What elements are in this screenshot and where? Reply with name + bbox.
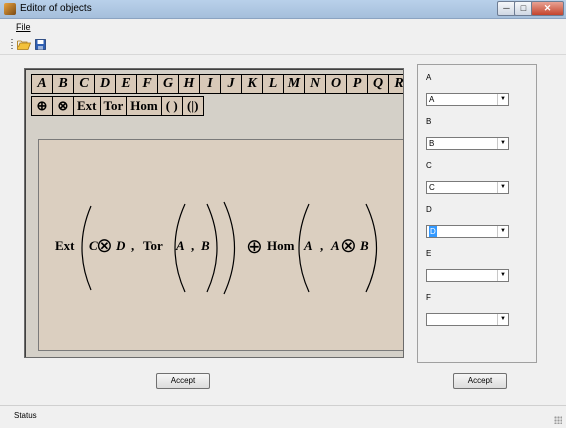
- letter-palette: ABCDEFGHIJKLMNOPQR: [31, 74, 403, 94]
- chevron-down-icon[interactable]: ▼: [497, 182, 508, 193]
- palette-key-a[interactable]: A: [31, 74, 53, 94]
- palette-key-n[interactable]: N: [304, 74, 326, 94]
- selector-label-f: F: [426, 293, 431, 302]
- palette-key-b[interactable]: B: [52, 74, 74, 94]
- editor-panel: ABCDEFGHIJKLMNOPQR ⊕ ⊗ Ext Tor Hom( ) (|) Ext…: [24, 68, 404, 358]
- formula-expression: Ext C ⊗ D , Tor A , B ⊕ Hom A , A ⊗ B: [55, 201, 378, 295]
- palette-key-d[interactable]: D: [94, 74, 116, 94]
- close-button[interactable]: ✕: [531, 1, 564, 16]
- selector-value: A: [429, 95, 435, 104]
- formula-tor: Tor: [143, 238, 163, 253]
- resize-grip-icon[interactable]: [554, 416, 562, 424]
- selector-combo-c[interactable]: C ▼: [426, 181, 509, 194]
- chevron-down-icon[interactable]: ▼: [497, 226, 508, 237]
- formula-hom: Hom: [267, 238, 295, 253]
- selector-combo-a[interactable]: A ▼: [426, 93, 509, 106]
- formula-canvas[interactable]: Ext C ⊗ D , Tor A , B ⊕ Hom A , A ⊗ B: [38, 139, 403, 351]
- accept-selection-button[interactable]: Accept: [453, 373, 507, 389]
- formula-comma-1: ,: [131, 238, 134, 253]
- open-folder-icon[interactable]: [17, 39, 31, 50]
- status-bar: Status: [0, 405, 566, 428]
- formula-comma-2: ,: [191, 238, 194, 253]
- palette-key-j[interactable]: J: [220, 74, 242, 94]
- palette-key-h[interactable]: H: [178, 74, 200, 94]
- menu-file[interactable]: File: [16, 22, 31, 32]
- chevron-down-icon[interactable]: ▼: [497, 138, 508, 149]
- palette-key-l[interactable]: L: [262, 74, 284, 94]
- palette-key-abs[interactable]: (|): [181, 96, 204, 116]
- formula-b-2: B: [359, 238, 369, 253]
- palette-key-q[interactable]: Q: [367, 74, 389, 94]
- selector-combo-d[interactable]: D ▼: [426, 225, 509, 238]
- palette-key-c[interactable]: C: [73, 74, 95, 94]
- palette-key-otimes[interactable]: ⊗: [52, 96, 74, 116]
- palette-key-e[interactable]: E: [115, 74, 137, 94]
- formula-oplus: ⊕: [246, 236, 263, 258]
- operator-palette: ⊕ ⊗ Ext Tor Hom( ) (|): [31, 96, 204, 116]
- selector-label-e: E: [426, 249, 432, 258]
- object-selector-panel: A A ▼ B B ▼ C C ▼ D D ▼ E ▼ F ▼: [417, 64, 537, 363]
- chevron-down-icon[interactable]: ▼: [497, 314, 508, 325]
- toolbar-grip[interactable]: [11, 39, 13, 51]
- palette-key-o[interactable]: O: [325, 74, 347, 94]
- palette-key-f[interactable]: F: [136, 74, 158, 94]
- status-text: Status: [14, 411, 37, 420]
- selector-value: C: [429, 183, 435, 192]
- formula-a-3: A: [330, 238, 340, 253]
- selector-label-d: D: [426, 205, 432, 214]
- formula-a: A: [175, 238, 185, 253]
- formula-ext: Ext: [55, 238, 75, 253]
- palette-key-g[interactable]: G: [157, 74, 179, 94]
- chevron-down-icon[interactable]: ▼: [497, 270, 508, 281]
- formula-d: D: [115, 238, 126, 253]
- selector-combo-b[interactable]: B ▼: [426, 137, 509, 150]
- formula-b: B: [200, 238, 210, 253]
- selector-label-b: B: [426, 117, 432, 126]
- palette-key-k[interactable]: K: [241, 74, 263, 94]
- selector-combo-f[interactable]: ▼: [426, 313, 509, 326]
- formula-otimes-1: ⊗: [96, 235, 113, 257]
- title-bar: Editor of objects ─ □ ✕: [0, 0, 566, 19]
- formula-comma-3: ,: [320, 238, 323, 253]
- selector-combo-e[interactable]: ▼: [426, 269, 509, 282]
- palette-key-m[interactable]: M: [283, 74, 305, 94]
- palette-key-i[interactable]: I: [199, 74, 221, 94]
- window-title: Editor of objects: [20, 3, 92, 14]
- selector-value: D: [429, 226, 437, 237]
- palette-key-parens[interactable]: ( ): [160, 96, 183, 116]
- toolbar: [0, 36, 566, 55]
- save-disk-icon[interactable]: [35, 39, 46, 50]
- selector-label-a: A: [426, 73, 432, 82]
- palette-key-hom[interactable]: Hom: [126, 96, 162, 116]
- app-icon: [4, 3, 16, 15]
- palette-key-r[interactable]: R: [388, 74, 403, 94]
- palette-key-oplus[interactable]: ⊕: [31, 96, 53, 116]
- accept-formula-button[interactable]: Accept: [156, 373, 210, 389]
- selector-label-c: C: [426, 161, 432, 170]
- selector-value: B: [429, 139, 435, 148]
- menu-bar: File: [0, 19, 566, 35]
- chevron-down-icon[interactable]: ▼: [497, 94, 508, 105]
- formula-a-2: A: [303, 238, 313, 253]
- paren-close-icon: [223, 201, 236, 295]
- formula-otimes-2: ⊗: [340, 235, 357, 257]
- palette-key-ext[interactable]: Ext: [73, 96, 101, 116]
- palette-key-tor[interactable]: Tor: [99, 96, 128, 116]
- palette-key-p[interactable]: P: [346, 74, 368, 94]
